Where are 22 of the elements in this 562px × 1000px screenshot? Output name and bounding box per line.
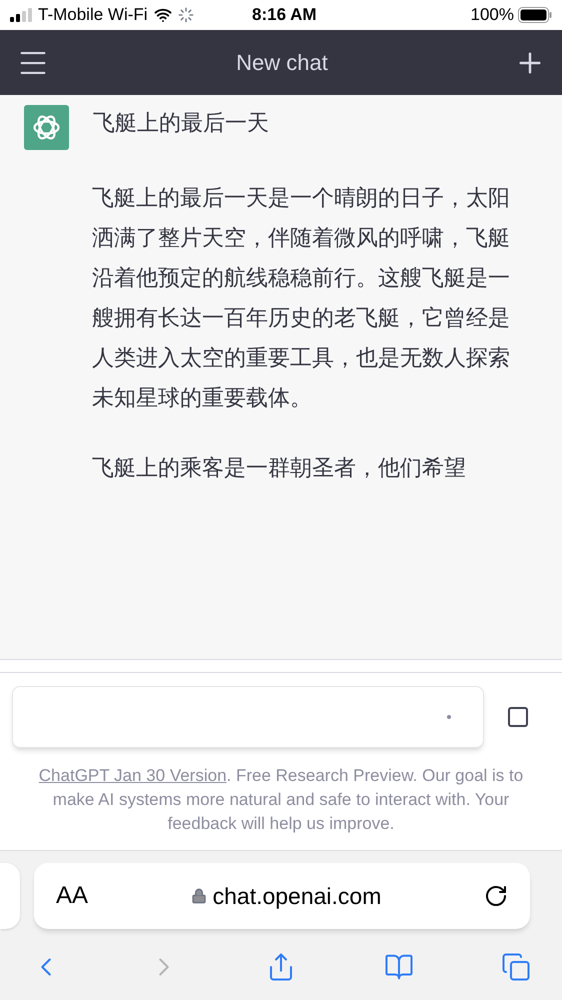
wifi-icon — [154, 6, 172, 24]
battery-percentage: 100% — [470, 4, 514, 26]
carrier-name: T-Mobile Wi-Fi — [38, 4, 148, 26]
response-paragraph: 飞艇上的乘客是一群朝圣者，他们希望 — [92, 454, 467, 482]
user-prompt: 飞艇上的最后一天 — [93, 109, 269, 137]
tabs-icon[interactable] — [501, 952, 531, 982]
disclaimer-text: ChatGPT Jan 30 Version. Free Research Preview. Our goal is to make AI systems more natural and safe to interact with. Your feedback will help us improve. — [38, 765, 524, 835]
chat-title: New chat — [235, 49, 329, 77]
response-paragraph: 飞艇上的最后一天是一个晴朗的日子，太阳洒满了整片天空，伴随着微风的呼啸，飞艇沿着他预定的航线稳稳前行。这艘飞艇是一艘拥有长达一百年历史的老飞艇，它曾经是人类进入太空的重要工具，也是无数人探索未知星球的重要载体。 — [92, 184, 510, 412]
text-size-button[interactable]: AA — [56, 878, 88, 914]
battery-icon — [518, 7, 552, 23]
signal-icon — [10, 8, 32, 22]
reload-icon[interactable] — [484, 884, 508, 908]
url-text: chat.openai.com — [212, 882, 382, 911]
clock-time: 8:16 AM — [252, 4, 317, 26]
assistant-avatar-icon — [24, 105, 69, 150]
open-book-icon[interactable] — [384, 952, 414, 982]
address-bar[interactable]: AA chat.openai.com — [34, 863, 530, 929]
activity-spinner-icon — [178, 7, 194, 23]
lock-icon — [190, 888, 207, 904]
stop-button[interactable] — [508, 707, 528, 727]
message-input[interactable] — [12, 686, 484, 748]
